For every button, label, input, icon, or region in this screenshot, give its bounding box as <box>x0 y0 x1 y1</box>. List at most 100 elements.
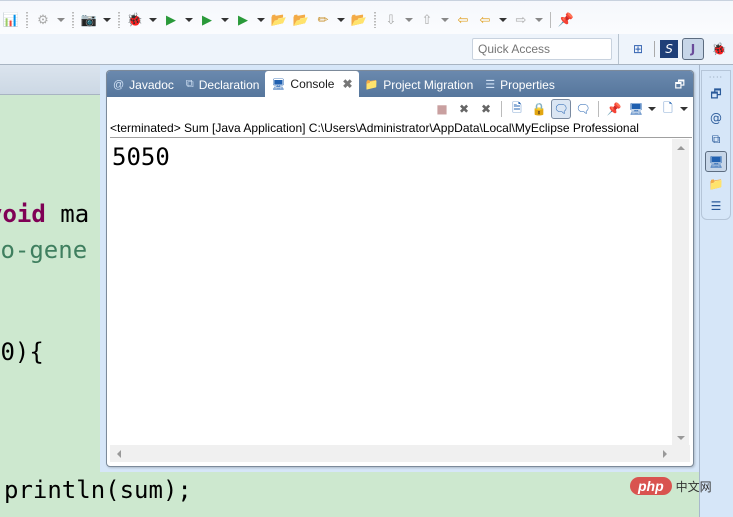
toolbar-separator <box>501 101 502 117</box>
remove-launch-icon[interactable]: ✖ <box>454 99 474 119</box>
tab-label: Project Migration <box>383 77 474 92</box>
pin-console-icon[interactable]: 📌 <box>604 99 624 119</box>
console-icon: 🖥 <box>271 78 286 91</box>
open-task-icon[interactable]: 📂 <box>292 11 310 29</box>
restore-icon[interactable]: 🗗 <box>705 85 727 106</box>
javadoc-icon[interactable]: @ <box>705 107 727 128</box>
next-annotation-icon[interactable]: ⇩ <box>382 11 400 29</box>
chevron-down-icon[interactable] <box>647 107 657 111</box>
chevron-down-icon[interactable] <box>56 11 66 29</box>
terminate-icon[interactable]: ■ <box>432 99 452 119</box>
chevron-down-icon[interactable] <box>336 11 346 29</box>
project-migration-icon[interactable]: 📁 <box>705 173 727 194</box>
toolbar-separator <box>598 101 599 117</box>
back-icon[interactable]: ⇦ <box>476 11 494 29</box>
toolbar-separator <box>374 12 376 28</box>
code-editor[interactable] <box>0 65 100 517</box>
main-toolbar-row: 📊 ⚙ 📷 🐞 ▶ ▶ ▶ 📂 📂 ✏ 📂 ⇩ ⇧ ⇦ ⇦ ⇨ 📌 <box>0 9 577 31</box>
java-perspective-icon[interactable]: J <box>682 38 704 60</box>
chevron-down-icon[interactable] <box>534 11 544 29</box>
scroll-lock-icon[interactable]: 🔒 <box>529 99 549 119</box>
tab-properties[interactable]: ☰ Properties <box>479 72 561 97</box>
chevron-down-icon[interactable] <box>679 107 689 111</box>
divider <box>699 65 700 517</box>
run-history-icon[interactable]: ▶ <box>198 11 216 29</box>
code-comment: to-gene <box>0 236 88 264</box>
vertical-scrollbar[interactable] <box>672 139 689 446</box>
code-text: ma <box>45 200 90 228</box>
forward-icon[interactable]: ⇨ <box>512 11 530 29</box>
minimized-view-stack: ···· 🗗 @ ⧉ 🖥 📁 ☰ <box>701 70 731 220</box>
console-toolbar: ■ ✖ ✖ 🗎 🔒 🗨 🗨 📌 🖥 🗋 <box>431 98 689 120</box>
restore-icon[interactable]: 🗗 <box>675 76 685 95</box>
external-tools-icon[interactable]: ▶ <box>234 11 252 29</box>
chevron-down-icon[interactable] <box>404 11 414 29</box>
console-icon[interactable]: 🖥 <box>705 151 727 172</box>
declaration-icon[interactable]: ⧉ <box>705 129 727 150</box>
prev-annotation-icon[interactable]: ⇧ <box>418 11 436 29</box>
editor-tab-bar <box>0 65 100 95</box>
javadoc-icon: @ <box>113 78 125 91</box>
properties-icon[interactable]: ☰ <box>705 195 727 216</box>
watermark-badge: php <box>630 477 672 495</box>
screenshot-icon[interactable]: 📷 <box>80 11 98 29</box>
open-console-icon[interactable]: 🗋 <box>658 99 678 119</box>
console-description: <terminated> Sum [Java Application] C:\U… <box>110 121 692 138</box>
chevron-down-icon[interactable] <box>440 11 450 29</box>
chevron-down-icon[interactable] <box>102 11 112 29</box>
tab-label: Declaration <box>198 77 260 92</box>
properties-icon: ☰ <box>485 79 496 91</box>
tab-javadoc[interactable]: @ Javadoc <box>107 72 180 97</box>
code-line: void ma <box>0 200 89 228</box>
open-resource-icon[interactable]: 📂 <box>350 11 368 29</box>
clear-console-icon[interactable]: 🗎 <box>507 99 527 119</box>
chevron-down-icon[interactable] <box>256 11 266 29</box>
horizontal-scrollbar[interactable] <box>110 445 690 462</box>
toolbar-separator <box>550 12 551 28</box>
tab-label: Console <box>290 77 335 91</box>
console-output[interactable]: 5050 <box>107 139 677 446</box>
scroll-right-icon[interactable] <box>656 445 673 462</box>
console-output-text: 5050 <box>112 143 170 171</box>
toolbar-separator <box>654 41 655 57</box>
annotation-icon[interactable]: ✏ <box>314 11 332 29</box>
drag-handle[interactable]: ···· <box>709 73 723 85</box>
quick-access-input[interactable] <box>472 38 612 60</box>
remove-all-terminated-icon[interactable]: ✖ <box>476 99 496 119</box>
chevron-down-icon[interactable] <box>184 11 194 29</box>
chevron-down-icon[interactable] <box>148 11 158 29</box>
toolbar-separator <box>118 12 120 28</box>
myeclipse-perspective-icon[interactable]: S <box>660 40 678 58</box>
chevron-down-icon[interactable] <box>220 11 230 29</box>
close-icon[interactable]: ✖ <box>342 77 352 91</box>
new-report-icon[interactable]: 📊 <box>2 11 20 29</box>
project-migration-icon: 📁 <box>364 79 379 91</box>
last-edit-icon[interactable]: ⇦ <box>454 11 472 29</box>
debug-perspective-icon[interactable]: 🐞 <box>708 38 730 60</box>
pin-editor-icon[interactable]: 📌 <box>557 11 575 29</box>
tab-project-migration[interactable]: 📁 Project Migration <box>359 72 480 97</box>
show-console-stdout-icon[interactable]: 🗨 <box>551 99 571 119</box>
open-type-icon[interactable]: 📂 <box>270 11 288 29</box>
open-perspective-icon[interactable]: ⊞ <box>627 38 649 60</box>
tab-console[interactable]: 🖥 Console ✖ <box>265 71 359 97</box>
scroll-left-icon[interactable] <box>110 445 127 462</box>
tab-declaration[interactable]: ⧉ Declaration <box>180 72 266 97</box>
show-console-stderr-icon[interactable]: 🗨 <box>573 99 593 119</box>
toolbar-separator <box>72 12 74 28</box>
chevron-down-icon[interactable] <box>498 11 508 29</box>
watermark-text: 中文网 <box>675 479 712 494</box>
scroll-down-icon[interactable] <box>672 429 689 446</box>
view-tab-bar: @ Javadoc ⧉ Declaration 🖥 Console ✖ 📁 Project Mi… <box>107 71 693 97</box>
code-line: 00){ <box>0 338 44 366</box>
server-icon[interactable]: ⚙ <box>34 11 52 29</box>
code-line: println(sum); <box>4 476 192 504</box>
scroll-up-icon[interactable] <box>672 139 689 156</box>
run-icon[interactable]: ▶ <box>162 11 180 29</box>
display-selected-console-icon[interactable]: 🖥 <box>626 99 646 119</box>
console-view: @ Javadoc ⧉ Declaration 🖥 Console ✖ 📁 Project Mi… <box>106 70 694 467</box>
main-toolbar: 📊 ⚙ 📷 🐞 ▶ ▶ ▶ 📂 📂 ✏ 📂 ⇩ ⇧ ⇦ ⇦ ⇨ 📌 <box>0 0 733 34</box>
keyword-void: void <box>0 200 46 228</box>
watermark: php 中文网 <box>630 471 733 501</box>
debug-icon[interactable]: 🐞 <box>126 11 144 29</box>
